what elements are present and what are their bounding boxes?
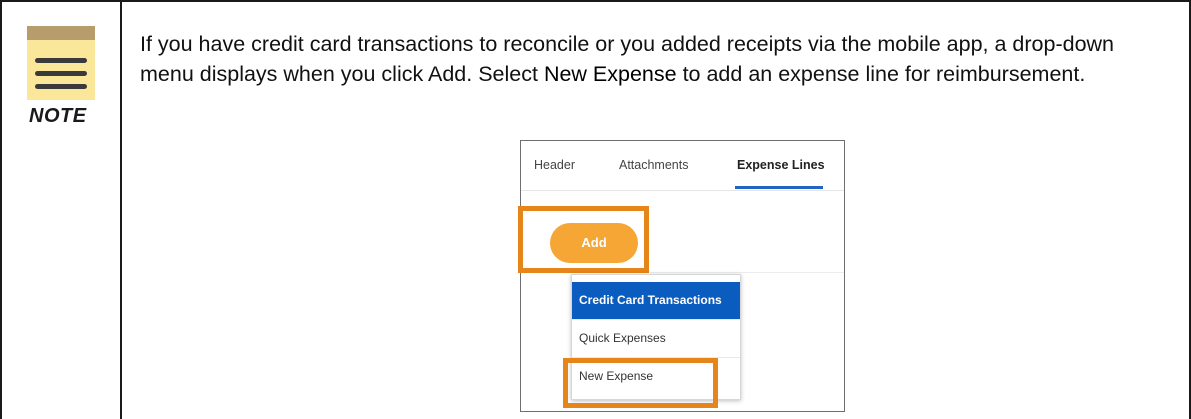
notepad-line xyxy=(35,84,87,89)
tab-attachments[interactable]: Attachments xyxy=(619,158,688,172)
menu-item-quick-expenses[interactable]: Quick Expenses xyxy=(572,320,740,357)
note-text: If you have credit card transactions to … xyxy=(140,29,1170,89)
active-tab-indicator xyxy=(735,186,823,189)
notepad-line xyxy=(35,58,87,63)
expense-report-screenshot: Header Attachments Expense Lines Add Cre… xyxy=(518,140,845,412)
note-icon: NOTE xyxy=(27,24,99,127)
column-divider xyxy=(120,0,122,419)
note-text-end: to add an expense line for reimbursement… xyxy=(676,62,1086,86)
menu-item-credit-card-transactions[interactable]: Credit Card Transactions xyxy=(572,282,740,319)
tab-header[interactable]: Header xyxy=(534,158,575,172)
tab-bar: Header Attachments Expense Lines xyxy=(521,141,844,191)
add-highlight-box xyxy=(518,206,649,273)
tab-expense-lines[interactable]: Expense Lines xyxy=(737,158,825,172)
notepad-line xyxy=(35,71,87,76)
content-divider xyxy=(650,272,844,273)
note-label: NOTE xyxy=(29,105,87,127)
new-expense-highlight-box xyxy=(563,358,718,408)
new-expense-emphasis: New Expense xyxy=(543,62,677,86)
notepad-cap xyxy=(27,26,95,40)
